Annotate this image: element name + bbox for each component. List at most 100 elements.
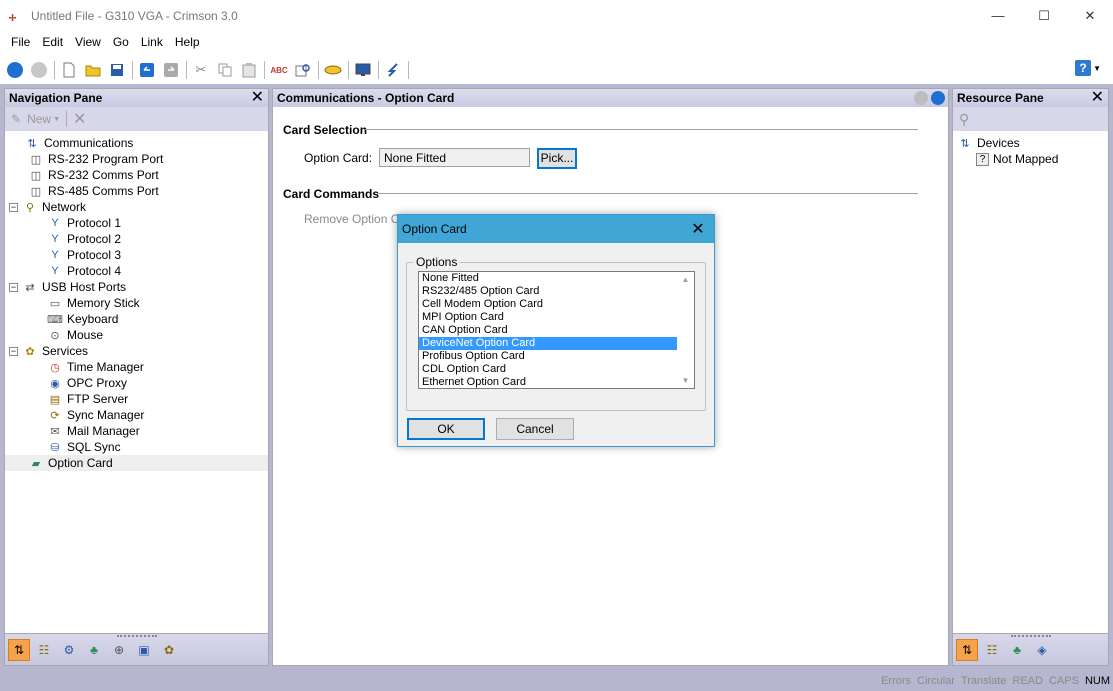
tree-item-opc-proxy[interactable]: ◉ OPC Proxy: [5, 375, 268, 391]
find-button[interactable]: [293, 60, 313, 80]
ok-button[interactable]: OK: [407, 418, 485, 440]
new-file-button[interactable]: [59, 60, 79, 80]
menu-help[interactable]: Help: [169, 33, 206, 53]
tree-item-rs-232-comms-port[interactable]: ◫ RS-232 Comms Port: [5, 167, 268, 183]
tree-item-usb-host-ports[interactable]: − ⇄ USB Host Ports: [5, 279, 268, 295]
collapse-toggle-icon[interactable]: −: [9, 202, 18, 212]
menu-edit[interactable]: Edit: [36, 33, 69, 53]
maximize-button[interactable]: ☐: [1021, 0, 1067, 31]
scroll-up-icon[interactable]: ▲: [677, 272, 694, 287]
tree-item-label: Option Card: [48, 456, 113, 470]
collapse-toggle-icon[interactable]: −: [9, 282, 18, 292]
tree-item-devices[interactable]: ⇅ Devices: [953, 135, 1108, 151]
undo-button[interactable]: [137, 60, 157, 80]
back-button[interactable]: [5, 60, 25, 80]
paste-icon: [242, 62, 256, 77]
data-tags-category-button[interactable]: ☷: [33, 639, 55, 661]
tree-item-communications[interactable]: ⇅ Communications: [5, 135, 268, 151]
minimize-button[interactable]: —: [975, 0, 1021, 31]
tree-item-sync-manager[interactable]: ⟳ Sync Manager: [5, 407, 268, 423]
cancel-button[interactable]: Cancel: [496, 418, 574, 440]
tree-item-sql-sync[interactable]: ⛁ SQL Sync: [5, 439, 268, 455]
data-tags-category-button[interactable]: ☷: [981, 639, 1003, 661]
tree-item-label: FTP Server: [67, 392, 129, 406]
tree-item-mail-manager[interactable]: ✉ Mail Manager: [5, 423, 268, 439]
new-item-icon: ✎: [11, 112, 22, 126]
menu-file[interactable]: File: [0, 33, 36, 53]
forward-arrow-icon: [31, 62, 47, 78]
tree-item-option-card[interactable]: ▰ Option Card: [5, 455, 268, 471]
tree-item-rs-485-comms-port[interactable]: ◫ RS-485 Comms Port: [5, 183, 268, 199]
option-item[interactable]: CAN Option Card: [419, 324, 677, 337]
pick-button[interactable]: Pick...: [537, 148, 577, 169]
scissors-icon: ✂: [195, 62, 207, 77]
send-button[interactable]: [383, 60, 403, 80]
tree-item-protocol-2[interactable]: Y Protocol 2: [5, 231, 268, 247]
tree-item-time-manager[interactable]: ◷ Time Manager: [5, 359, 268, 375]
toolbar: ✂ ABC ? ▼: [0, 57, 1113, 83]
divider: [378, 193, 918, 194]
paste-button[interactable]: [239, 60, 259, 80]
navigate-up-icon[interactable]: [931, 91, 945, 105]
option-item[interactable]: RS232/485 Option Card: [419, 285, 677, 298]
option-item[interactable]: MPI Option Card: [419, 311, 677, 324]
close-icon[interactable]: ✕: [1091, 89, 1104, 107]
web-server-category-button[interactable]: ⊕: [108, 639, 130, 661]
options-listbox[interactable]: None Fitted RS232/485 Option Card Cell Mod…: [418, 271, 695, 389]
tree-item-network[interactable]: − ⚲ Network: [5, 199, 268, 215]
settings-category-button[interactable]: ✿: [158, 639, 180, 661]
menu-go[interactable]: Go: [107, 33, 135, 53]
copy-button[interactable]: [215, 60, 235, 80]
new-item-button[interactable]: ✎ New ▼: [11, 112, 60, 126]
delete-icon[interactable]: ✕: [73, 109, 86, 129]
option-item[interactable]: DeviceNet Option Card: [419, 337, 677, 350]
search-icon[interactable]: ⚲: [959, 111, 969, 128]
collapse-toggle-icon[interactable]: −: [9, 346, 18, 356]
network-category-button[interactable]: ♣: [1006, 639, 1028, 661]
tree-item-label: RS-232 Program Port: [48, 152, 164, 166]
spell-check-icon: ABC: [270, 65, 288, 75]
navigate-down-icon[interactable]: [914, 91, 928, 105]
tree-item-protocol-3[interactable]: Y Protocol 3: [5, 247, 268, 263]
network-category-button[interactable]: ♣: [83, 639, 105, 661]
tree-item-rs-232-program-port[interactable]: ◫ RS-232 Program Port: [5, 151, 268, 167]
tree-item-memory-stick[interactable]: ▭ Memory Stick: [5, 295, 268, 311]
monitor-button[interactable]: [353, 60, 373, 80]
protocol-icon: Y: [51, 233, 59, 245]
save-button[interactable]: [107, 60, 127, 80]
cut-button[interactable]: ✂: [191, 60, 211, 80]
redo-button[interactable]: [161, 60, 181, 80]
link-button[interactable]: [323, 60, 343, 80]
close-icon[interactable]: ✕: [682, 215, 714, 243]
option-item[interactable]: Profibus Option Card: [419, 350, 677, 363]
tree-item-protocol-4[interactable]: Y Protocol 4: [5, 263, 268, 279]
tree-item-ftp-server[interactable]: ▤ FTP Server: [5, 391, 268, 407]
open-file-button[interactable]: [83, 60, 103, 80]
menu-view[interactable]: View: [69, 33, 107, 53]
programs-category-button[interactable]: ⚙: [58, 639, 80, 661]
resize-grip[interactable]: [1010, 635, 1051, 637]
display-pages-category-button[interactable]: ▣: [133, 639, 155, 661]
listbox-scrollbar[interactable]: ▲ ▼: [677, 272, 694, 388]
tree-item-not-mapped[interactable]: ? Not Mapped: [953, 151, 1108, 167]
option-item[interactable]: Cell Modem Option Card: [419, 298, 677, 311]
tree-item-mouse[interactable]: ⊙ Mouse: [5, 327, 268, 343]
option-item[interactable]: None Fitted: [419, 272, 677, 285]
close-icon[interactable]: ✕: [251, 89, 264, 107]
scroll-down-icon[interactable]: ▼: [677, 373, 694, 388]
help-dropdown-button[interactable]: ? ▼: [1075, 60, 1101, 76]
option-item[interactable]: CDL Option Card: [419, 363, 677, 376]
option-item[interactable]: Ethernet Option Card: [419, 376, 677, 388]
spell-check-button[interactable]: ABC: [269, 60, 289, 80]
navigation-pane-toolbar: ✎ New ▼ ✕: [5, 107, 268, 131]
resize-grip[interactable]: [116, 635, 157, 637]
cube-category-button[interactable]: ◈: [1031, 639, 1053, 661]
tree-item-services[interactable]: − ✿ Services: [5, 343, 268, 359]
tree-item-protocol-1[interactable]: Y Protocol 1: [5, 215, 268, 231]
close-window-button[interactable]: ✕: [1067, 0, 1113, 31]
communications-category-button[interactable]: ⇅: [8, 638, 30, 661]
forward-button[interactable]: [29, 60, 49, 80]
tree-item-keyboard[interactable]: ⌨ Keyboard: [5, 311, 268, 327]
menu-link[interactable]: Link: [135, 33, 169, 53]
communications-category-button[interactable]: ⇅: [956, 638, 978, 661]
